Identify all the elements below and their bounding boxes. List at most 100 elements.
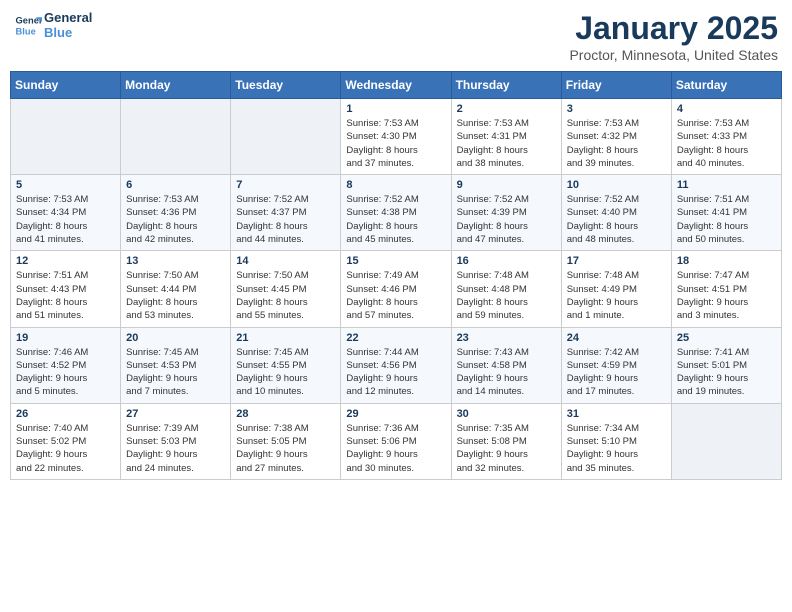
weekday-header-row: SundayMondayTuesdayWednesdayThursdayFrid… xyxy=(11,72,782,99)
calendar-cell: 17Sunrise: 7:48 AM Sunset: 4:49 PM Dayli… xyxy=(561,251,671,327)
day-info: Sunrise: 7:48 AM Sunset: 4:49 PM Dayligh… xyxy=(567,269,666,322)
day-info: Sunrise: 7:53 AM Sunset: 4:30 PM Dayligh… xyxy=(346,117,445,170)
day-info: Sunrise: 7:52 AM Sunset: 4:39 PM Dayligh… xyxy=(457,193,556,246)
day-number: 13 xyxy=(126,255,225,267)
day-info: Sunrise: 7:35 AM Sunset: 5:08 PM Dayligh… xyxy=(457,422,556,475)
logo-text-line1: General xyxy=(44,10,92,25)
weekday-header-saturday: Saturday xyxy=(671,72,781,99)
day-info: Sunrise: 7:53 AM Sunset: 4:33 PM Dayligh… xyxy=(677,117,776,170)
calendar-cell: 4 Sunrise: 7:53 AM Sunset: 4:33 PM Daylig… xyxy=(671,99,781,175)
day-info: Sunrise: 7:53 AM Sunset: 4:34 PM Dayligh… xyxy=(16,193,115,246)
calendar-cell: 3Sunrise: 7:53 AM Sunset: 4:32 PM Daylig… xyxy=(561,99,671,175)
week-row-1: 1Sunrise: 7:53 AM Sunset: 4:30 PM Daylig… xyxy=(11,99,782,175)
day-info: Sunrise: 7:34 AM Sunset: 5:10 PM Dayligh… xyxy=(567,422,666,475)
calendar-cell: 14 Sunrise: 7:50 AM Sunset: 4:45 PM Dayli… xyxy=(231,251,341,327)
month-title: January 2025 xyxy=(569,10,778,47)
calendar-cell: 26 Sunrise: 7:40 AM Sunset: 5:02 PM Dayli… xyxy=(11,403,121,479)
day-number: 7 xyxy=(236,179,335,191)
calendar-cell: 23 Sunrise: 7:43 AM Sunset: 4:58 PM Dayli… xyxy=(451,327,561,403)
calendar-cell xyxy=(121,99,231,175)
day-number: 4 xyxy=(677,103,776,115)
logo: General Blue General Blue xyxy=(14,10,92,40)
day-info: Sunrise: 7:43 AM Sunset: 4:58 PM Dayligh… xyxy=(457,346,556,399)
day-number: 11 xyxy=(677,179,776,191)
day-number: 21 xyxy=(236,332,335,344)
day-info: Sunrise: 7:50 AM Sunset: 4:45 PM Dayligh… xyxy=(236,269,335,322)
day-number: 27 xyxy=(126,408,225,420)
calendar-cell: 22 Sunrise: 7:44 AM Sunset: 4:56 PM Dayli… xyxy=(341,327,451,403)
location-text: Proctor, Minnesota, United States xyxy=(569,47,778,63)
calendar-cell: 20Sunrise: 7:45 AM Sunset: 4:53 PM Dayli… xyxy=(121,327,231,403)
week-row-3: 12 Sunrise: 7:51 AM Sunset: 4:43 PM Dayli… xyxy=(11,251,782,327)
svg-text:Blue: Blue xyxy=(16,26,36,36)
day-number: 15 xyxy=(346,255,445,267)
day-info: Sunrise: 7:40 AM Sunset: 5:02 PM Dayligh… xyxy=(16,422,115,475)
day-number: 8 xyxy=(346,179,445,191)
day-number: 18 xyxy=(677,255,776,267)
day-number: 3 xyxy=(567,103,666,115)
day-info: Sunrise: 7:52 AM Sunset: 4:38 PM Dayligh… xyxy=(346,193,445,246)
day-number: 30 xyxy=(457,408,556,420)
day-info: Sunrise: 7:44 AM Sunset: 4:56 PM Dayligh… xyxy=(346,346,445,399)
calendar-cell: 2 Sunrise: 7:53 AM Sunset: 4:31 PM Daylig… xyxy=(451,99,561,175)
calendar-cell: 15 Sunrise: 7:49 AM Sunset: 4:46 PM Dayli… xyxy=(341,251,451,327)
page-header: General Blue General Blue January 2025 P… xyxy=(10,10,782,63)
calendar-cell: 21 Sunrise: 7:45 AM Sunset: 4:55 PM Dayli… xyxy=(231,327,341,403)
calendar-cell: 18 Sunrise: 7:47 AM Sunset: 4:51 PM Dayli… xyxy=(671,251,781,327)
weekday-header-sunday: Sunday xyxy=(11,72,121,99)
week-row-5: 26 Sunrise: 7:40 AM Sunset: 5:02 PM Dayli… xyxy=(11,403,782,479)
calendar-cell: 8 Sunrise: 7:52 AM Sunset: 4:38 PM Daylig… xyxy=(341,175,451,251)
calendar-cell xyxy=(11,99,121,175)
day-info: Sunrise: 7:52 AM Sunset: 4:37 PM Dayligh… xyxy=(236,193,335,246)
day-number: 23 xyxy=(457,332,556,344)
day-info: Sunrise: 7:51 AM Sunset: 4:43 PM Dayligh… xyxy=(16,269,115,322)
day-info: Sunrise: 7:38 AM Sunset: 5:05 PM Dayligh… xyxy=(236,422,335,475)
weekday-header-thursday: Thursday xyxy=(451,72,561,99)
calendar-cell xyxy=(671,403,781,479)
day-number: 25 xyxy=(677,332,776,344)
calendar-table: SundayMondayTuesdayWednesdayThursdayFrid… xyxy=(10,71,782,480)
day-info: Sunrise: 7:45 AM Sunset: 4:55 PM Dayligh… xyxy=(236,346,335,399)
day-info: Sunrise: 7:49 AM Sunset: 4:46 PM Dayligh… xyxy=(346,269,445,322)
weekday-header-monday: Monday xyxy=(121,72,231,99)
day-number: 14 xyxy=(236,255,335,267)
weekday-header-wednesday: Wednesday xyxy=(341,72,451,99)
day-number: 2 xyxy=(457,103,556,115)
calendar-cell: 7 Sunrise: 7:52 AM Sunset: 4:37 PM Daylig… xyxy=(231,175,341,251)
day-number: 9 xyxy=(457,179,556,191)
calendar-cell: 25 Sunrise: 7:41 AM Sunset: 5:01 PM Dayli… xyxy=(671,327,781,403)
day-info: Sunrise: 7:41 AM Sunset: 5:01 PM Dayligh… xyxy=(677,346,776,399)
week-row-4: 19Sunrise: 7:46 AM Sunset: 4:52 PM Dayli… xyxy=(11,327,782,403)
day-info: Sunrise: 7:53 AM Sunset: 4:31 PM Dayligh… xyxy=(457,117,556,170)
day-number: 12 xyxy=(16,255,115,267)
day-info: Sunrise: 7:39 AM Sunset: 5:03 PM Dayligh… xyxy=(126,422,225,475)
weekday-header-friday: Friday xyxy=(561,72,671,99)
calendar-cell: 5 Sunrise: 7:53 AM Sunset: 4:34 PM Daylig… xyxy=(11,175,121,251)
svg-text:General: General xyxy=(16,15,42,25)
day-number: 22 xyxy=(346,332,445,344)
calendar-cell: 13Sunrise: 7:50 AM Sunset: 4:44 PM Dayli… xyxy=(121,251,231,327)
calendar-cell: 11 Sunrise: 7:51 AM Sunset: 4:41 PM Dayli… xyxy=(671,175,781,251)
calendar-cell: 29Sunrise: 7:36 AM Sunset: 5:06 PM Dayli… xyxy=(341,403,451,479)
calendar-cell: 16 Sunrise: 7:48 AM Sunset: 4:48 PM Dayli… xyxy=(451,251,561,327)
day-info: Sunrise: 7:52 AM Sunset: 4:40 PM Dayligh… xyxy=(567,193,666,246)
day-info: Sunrise: 7:53 AM Sunset: 4:36 PM Dayligh… xyxy=(126,193,225,246)
day-number: 16 xyxy=(457,255,556,267)
calendar-cell: 24Sunrise: 7:42 AM Sunset: 4:59 PM Dayli… xyxy=(561,327,671,403)
day-number: 31 xyxy=(567,408,666,420)
logo-icon: General Blue xyxy=(14,11,42,39)
day-number: 29 xyxy=(346,408,445,420)
day-number: 20 xyxy=(126,332,225,344)
calendar-cell: 10 Sunrise: 7:52 AM Sunset: 4:40 PM Dayli… xyxy=(561,175,671,251)
calendar-cell xyxy=(231,99,341,175)
calendar-cell: 12 Sunrise: 7:51 AM Sunset: 4:43 PM Dayli… xyxy=(11,251,121,327)
day-number: 10 xyxy=(567,179,666,191)
day-info: Sunrise: 7:42 AM Sunset: 4:59 PM Dayligh… xyxy=(567,346,666,399)
day-info: Sunrise: 7:48 AM Sunset: 4:48 PM Dayligh… xyxy=(457,269,556,322)
day-number: 26 xyxy=(16,408,115,420)
day-number: 5 xyxy=(16,179,115,191)
day-info: Sunrise: 7:51 AM Sunset: 4:41 PM Dayligh… xyxy=(677,193,776,246)
day-number: 6 xyxy=(126,179,225,191)
logo-text-line2: Blue xyxy=(44,25,92,40)
day-info: Sunrise: 7:47 AM Sunset: 4:51 PM Dayligh… xyxy=(677,269,776,322)
